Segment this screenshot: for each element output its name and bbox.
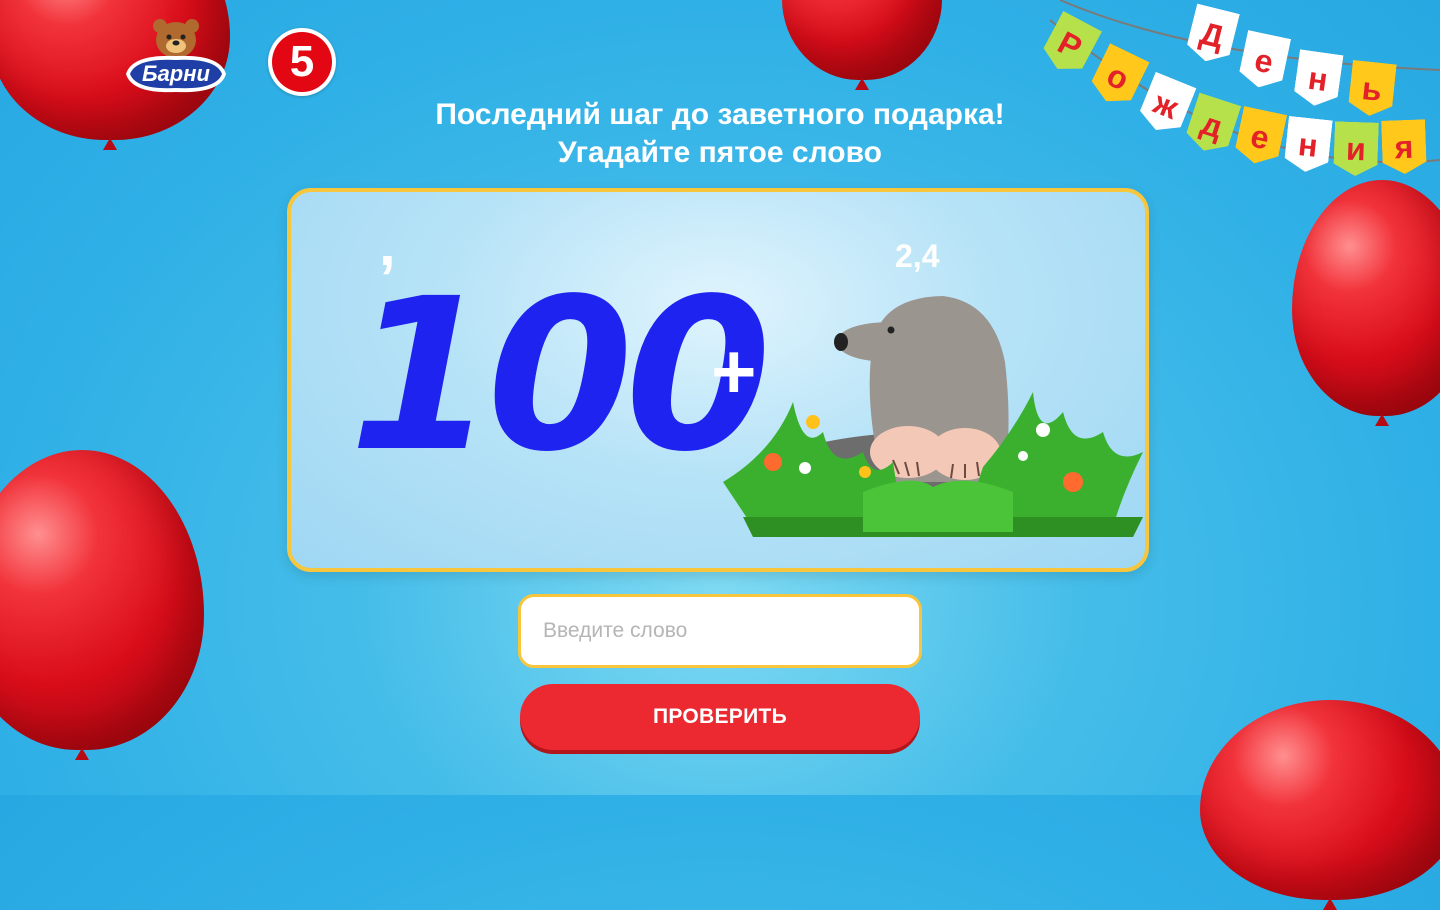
balloon-top-center [782,0,942,80]
birthday-garland: Д е н ь Р о ж д е н и я [1040,0,1440,200]
pyaterochka-logo-text: 5 [272,32,332,92]
mole-in-grass-icon [723,296,1143,537]
barni-logo-text: Барни [142,61,210,86]
balloon-bottom-left [0,450,204,750]
barni-logo[interactable]: Барни [122,18,230,96]
pyaterochka-logo[interactable]: 5 [268,28,336,96]
word-input[interactable] [518,594,922,668]
rebus-card: , 100 + 2,4 [287,188,1149,572]
rebus-number: 100 [349,253,771,498]
check-button[interactable]: ПРОВЕРИТЬ [520,684,920,750]
balloon-right [1292,180,1440,416]
rebus-letter-positions: 2,4 [895,238,940,274]
balloon-bottom-right [1200,700,1440,900]
